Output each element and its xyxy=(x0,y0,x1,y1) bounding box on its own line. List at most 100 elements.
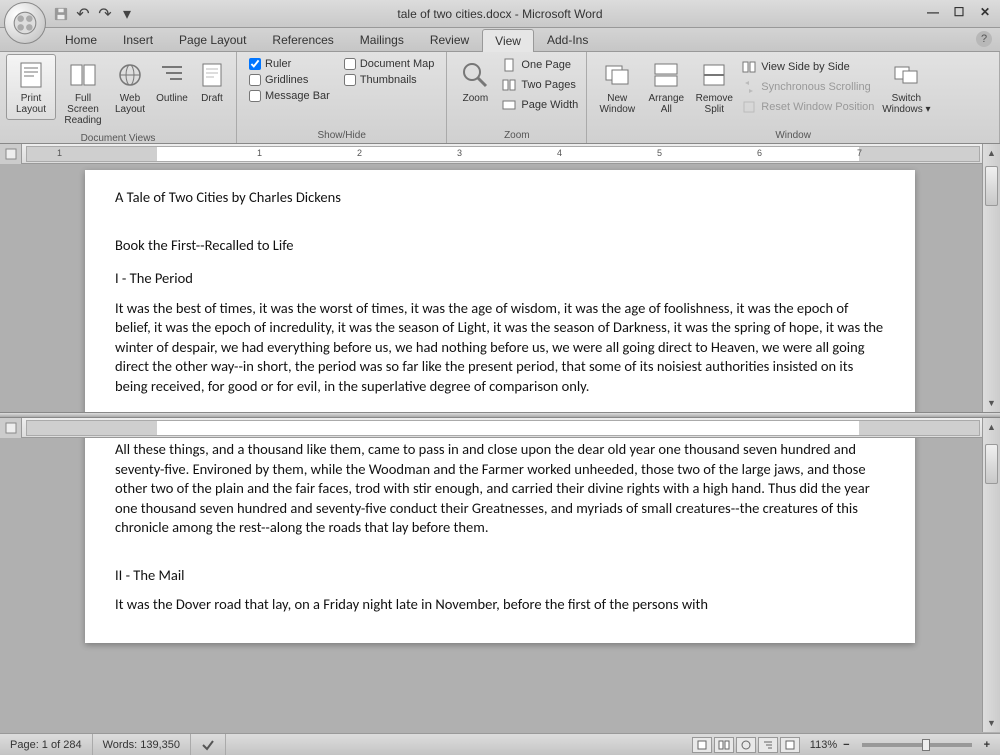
view-print-layout-icon[interactable] xyxy=(692,737,712,753)
doc-paragraph-1: It was the best of times, it was the wor… xyxy=(115,299,885,397)
switch-windows-icon xyxy=(890,59,922,91)
horizontal-ruler-top[interactable]: 1 1 2 3 4 5 6 7 xyxy=(0,144,1000,164)
synchronous-scrolling-button[interactable]: Synchronous Scrolling xyxy=(741,78,874,96)
outline-icon xyxy=(156,59,188,91)
thumbnails-checkbox[interactable]: Thumbnails xyxy=(344,74,435,86)
scroll-up-icon-2[interactable]: ▲ xyxy=(983,418,1000,436)
ribbon: Print Layout Full Screen Reading Web Lay… xyxy=(0,52,1000,144)
side-by-side-icon xyxy=(741,59,757,75)
gridlines-checkbox[interactable]: Gridlines xyxy=(249,74,330,86)
reset-window-position-button[interactable]: Reset Window Position xyxy=(741,98,874,116)
scroll-down-icon-2[interactable]: ▼ xyxy=(983,714,1000,732)
document-map-checkbox-input[interactable] xyxy=(344,58,356,70)
draft-icon xyxy=(196,59,228,91)
qat-customize-icon[interactable]: ▾ xyxy=(118,5,136,23)
page-width-icon xyxy=(501,97,517,113)
zoom-slider-thumb[interactable] xyxy=(922,739,930,751)
print-layout-icon xyxy=(15,59,47,91)
full-screen-reading-icon xyxy=(67,59,99,91)
zoom-percentage[interactable]: 113% xyxy=(810,739,837,751)
scroll-up-icon[interactable]: ▲ xyxy=(983,144,1000,162)
ruler-checkbox[interactable]: Ruler xyxy=(249,58,330,70)
ruler-checkbox-input[interactable] xyxy=(249,58,261,70)
sync-scroll-icon xyxy=(741,79,757,95)
view-web-layout-icon[interactable] xyxy=(736,737,756,753)
redo-icon[interactable]: ↷ xyxy=(96,5,114,23)
help-icon[interactable]: ? xyxy=(976,31,992,47)
group-label-window: Window xyxy=(593,128,993,143)
tab-view[interactable]: View xyxy=(482,29,534,52)
document-page-top[interactable]: A Tale of Two Cities by Charles Dickens … xyxy=(85,170,915,412)
web-layout-icon xyxy=(114,59,146,91)
group-zoom: Zoom One Page Two Pages Page Width Zoom xyxy=(447,52,587,143)
reset-position-icon xyxy=(741,99,757,115)
minimize-button[interactable]: — xyxy=(924,4,942,20)
draft-button[interactable]: Draft xyxy=(194,54,230,109)
view-full-screen-icon[interactable] xyxy=(714,737,734,753)
doc-paragraph-3: It was the Dover road that lay, on a Fri… xyxy=(115,595,885,615)
tab-references[interactable]: References xyxy=(259,28,346,51)
message-bar-checkbox-input[interactable] xyxy=(249,90,261,102)
scroll-down-icon[interactable]: ▼ xyxy=(983,394,1000,412)
message-bar-checkbox[interactable]: Message Bar xyxy=(249,90,330,102)
ruler-corner-icon-2 xyxy=(0,418,22,438)
doc-book-line: Book the First--Recalled to Life xyxy=(115,236,885,256)
tab-insert[interactable]: Insert xyxy=(110,28,166,51)
tab-home[interactable]: Home xyxy=(52,28,110,51)
scroll-thumb-top[interactable] xyxy=(985,166,998,206)
document-page-bottom[interactable]: All these things, and a thousand like th… xyxy=(85,422,915,643)
status-page[interactable]: Page: 1 of 284 xyxy=(0,734,93,755)
one-page-button[interactable]: One Page xyxy=(501,56,578,74)
zoom-slider[interactable] xyxy=(862,743,972,747)
ruler-corner-icon xyxy=(0,144,22,164)
horizontal-ruler-bottom[interactable] xyxy=(0,418,1000,438)
bottom-pane: All these things, and a thousand like th… xyxy=(0,418,1000,732)
tab-review[interactable]: Review xyxy=(417,28,482,51)
office-button[interactable] xyxy=(4,2,46,44)
group-window: New Window Arrange All Remove Split View… xyxy=(587,52,1000,143)
two-pages-icon xyxy=(501,77,517,93)
full-screen-reading-button[interactable]: Full Screen Reading xyxy=(58,54,108,131)
outline-button[interactable]: Outline xyxy=(152,54,192,109)
gridlines-checkbox-input[interactable] xyxy=(249,74,261,86)
view-draft-icon[interactable] xyxy=(780,737,800,753)
one-page-icon xyxy=(501,57,517,73)
remove-split-button[interactable]: Remove Split xyxy=(691,54,737,120)
zoom-in-button[interactable]: + xyxy=(980,739,994,751)
page-width-button[interactable]: Page Width xyxy=(501,96,578,114)
undo-icon[interactable]: ↶ xyxy=(74,5,92,23)
vertical-scrollbar-bottom[interactable]: ▲ ▼ xyxy=(982,418,1000,732)
group-document-views: Print Layout Full Screen Reading Web Lay… xyxy=(0,52,237,143)
new-window-button[interactable]: New Window xyxy=(593,54,641,120)
thumbnails-checkbox-input[interactable] xyxy=(344,74,356,86)
remove-split-icon xyxy=(698,59,730,91)
scroll-thumb-bottom[interactable] xyxy=(985,444,998,484)
top-pane: 1 1 2 3 4 5 6 7 A Tale of Two Cities by … xyxy=(0,144,1000,412)
ribbon-tabs: Home Insert Page Layout References Maili… xyxy=(0,28,1000,52)
view-side-by-side-button[interactable]: View Side by Side xyxy=(741,58,874,76)
new-window-icon xyxy=(601,59,633,91)
tab-mailings[interactable]: Mailings xyxy=(347,28,417,51)
zoom-button[interactable]: Zoom xyxy=(453,54,497,109)
arrange-all-button[interactable]: Arrange All xyxy=(643,54,689,120)
status-words[interactable]: Words: 139,350 xyxy=(93,734,191,755)
view-outline-icon[interactable] xyxy=(758,737,778,753)
document-area: 1 1 2 3 4 5 6 7 A Tale of Two Cities by … xyxy=(0,144,1000,733)
zoom-out-button[interactable]: − xyxy=(839,739,853,751)
arrange-all-icon xyxy=(650,59,682,91)
title-bar: ↶ ↷ ▾ tale of two cities.docx - Microsof… xyxy=(0,0,1000,28)
vertical-scrollbar-top[interactable]: ▲ ▼ xyxy=(982,144,1000,412)
maximize-button[interactable]: ☐ xyxy=(950,4,968,20)
tab-add-ins[interactable]: Add-Ins xyxy=(534,28,601,51)
close-button[interactable]: ✕ xyxy=(976,4,994,20)
save-icon[interactable] xyxy=(52,5,70,23)
tab-page-layout[interactable]: Page Layout xyxy=(166,28,259,51)
document-map-checkbox[interactable]: Document Map xyxy=(344,58,435,70)
status-proofing-icon[interactable] xyxy=(191,734,226,755)
doc-chapter-1: I - The Period xyxy=(115,269,885,289)
switch-windows-button[interactable]: Switch Windows ▾ xyxy=(878,54,934,120)
two-pages-button[interactable]: Two Pages xyxy=(501,76,578,94)
print-layout-button[interactable]: Print Layout xyxy=(6,54,56,120)
window-title: tale of two cities.docx - Microsoft Word xyxy=(0,7,1000,21)
web-layout-button[interactable]: Web Layout xyxy=(110,54,150,120)
